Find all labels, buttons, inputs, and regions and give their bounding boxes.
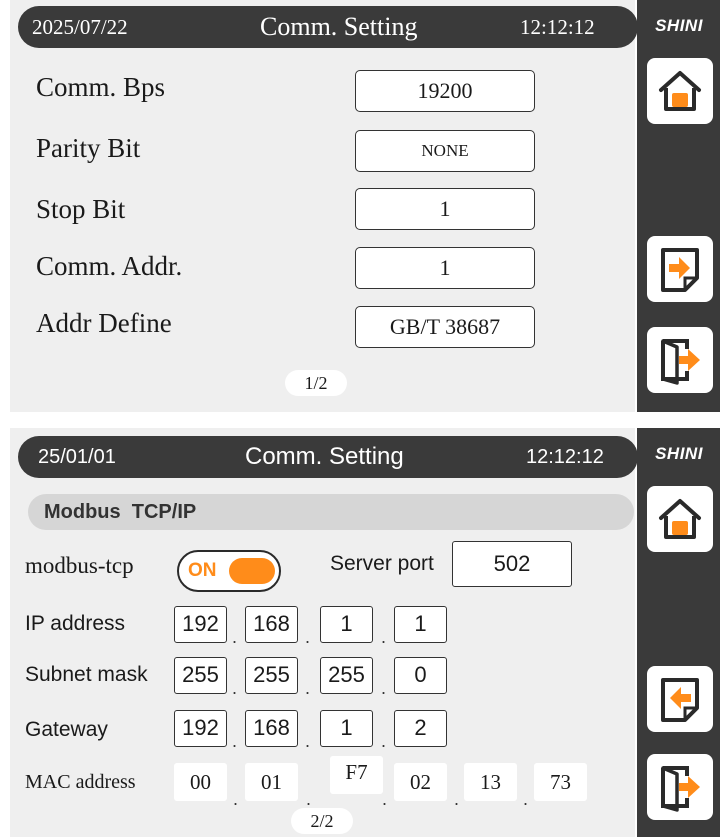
modbus-tcp-toggle[interactable]: ON <box>177 550 281 592</box>
previous-page-button[interactable] <box>647 666 713 732</box>
home-button[interactable] <box>647 486 713 552</box>
gateway-label: Gateway <box>25 718 108 741</box>
ip-octet-4-field[interactable]: 1 <box>394 606 447 643</box>
page-indicator: 1/2 <box>285 370 347 396</box>
title-bar: 2025/07/22 Comm. Setting 12:12:12 <box>18 6 638 48</box>
exit-icon <box>661 766 700 812</box>
next-page-icon <box>661 248 699 292</box>
toggle-state-label: ON <box>188 560 217 581</box>
title-bar: 25/01/01 Comm. Setting 12:12:12 <box>18 436 638 478</box>
page-title: Comm. Setting <box>245 443 404 470</box>
home-button[interactable] <box>647 58 713 124</box>
parity-bit-field[interactable]: NONE <box>355 130 535 172</box>
stop-bit-label: Stop Bit <box>36 194 126 224</box>
comm-bps-field[interactable]: 19200 <box>355 70 535 112</box>
gateway-octet-3-field[interactable]: 1 <box>320 710 373 747</box>
server-port-label: Server port <box>330 552 434 575</box>
separator-dot: . <box>232 678 238 698</box>
separator-dot: . <box>232 731 238 751</box>
separator-dot: . <box>381 627 387 647</box>
mac-byte-1-field[interactable]: 00 <box>174 763 227 801</box>
ip-address-label: IP address <box>25 612 126 635</box>
sidebar-2: SHINI <box>637 428 720 837</box>
page-indicator: 2/2 <box>291 808 353 834</box>
parity-bit-label: Parity Bit <box>36 133 141 163</box>
separator-dot: . <box>523 789 529 809</box>
mac-byte-2-field[interactable]: 01 <box>245 763 298 801</box>
separator-dot: . <box>381 731 387 751</box>
gateway-octet-1-field[interactable]: 192 <box>174 710 227 747</box>
modbus-tcp-label: modbus-tcp <box>25 553 134 578</box>
separator-dot: . <box>306 789 312 809</box>
mac-byte-4-field[interactable]: 02 <box>394 763 447 801</box>
separator-dot: . <box>232 627 238 647</box>
mac-byte-5-field[interactable]: 13 <box>464 763 517 801</box>
subnet-octet-2-field[interactable]: 255 <box>245 657 298 694</box>
exit-button[interactable] <box>647 327 713 393</box>
time-display: 12:12:12 <box>526 446 604 468</box>
stop-bit-field[interactable]: 1 <box>355 188 535 230</box>
separator-dot: . <box>233 789 239 809</box>
subnet-octet-3-field[interactable]: 255 <box>320 657 373 694</box>
exit-icon <box>661 339 700 385</box>
comm-setting-screen-1: 2025/07/22 Comm. Setting 12:12:12 Comm. … <box>10 0 638 412</box>
comm-bps-label: Comm. Bps <box>36 72 166 102</box>
brand-logo: SHINI <box>655 444 703 463</box>
comm-addr-label: Comm. Addr. <box>36 251 183 281</box>
sidebar-1: SHINI <box>637 0 720 412</box>
ip-octet-3-field[interactable]: 1 <box>320 606 373 643</box>
gateway-octet-2-field[interactable]: 168 <box>245 710 298 747</box>
page-title: Comm. Setting <box>260 12 418 41</box>
brand-logo: SHINI <box>655 16 703 35</box>
subnet-octet-4-field[interactable]: 0 <box>394 657 447 694</box>
comm-addr-field[interactable]: 1 <box>355 247 535 289</box>
section-header: Modbus TCP/IP <box>28 494 634 530</box>
home-icon <box>659 499 701 539</box>
toggle-knob <box>229 558 275 584</box>
server-port-field[interactable]: 502 <box>452 541 572 587</box>
separator-dot: . <box>305 678 311 698</box>
exit-button[interactable] <box>647 754 713 820</box>
separator-dot: . <box>382 789 388 809</box>
previous-page-icon <box>661 678 699 722</box>
gateway-octet-4-field[interactable]: 2 <box>394 710 447 747</box>
time-display: 12:12:12 <box>520 15 595 39</box>
ip-octet-2-field[interactable]: 168 <box>245 606 298 643</box>
addr-define-field[interactable]: GB/T 38687 <box>355 306 535 348</box>
separator-dot: . <box>454 789 460 809</box>
separator-dot: . <box>305 627 311 647</box>
date-display: 2025/07/22 <box>32 15 128 39</box>
addr-define-label: Addr Define <box>36 308 172 338</box>
mac-address-label: MAC address <box>25 771 136 793</box>
subnet-mask-label: Subnet mask <box>25 663 148 686</box>
separator-dot: . <box>381 678 387 698</box>
mac-byte-6-field[interactable]: 73 <box>534 763 587 801</box>
date-display: 25/01/01 <box>38 446 116 468</box>
next-page-button[interactable] <box>647 236 713 302</box>
home-icon <box>659 71 701 111</box>
separator-dot: . <box>305 731 311 751</box>
ip-octet-1-field[interactable]: 192 <box>174 606 227 643</box>
subnet-octet-1-field[interactable]: 255 <box>174 657 227 694</box>
mac-byte-3-field[interactable]: F7 <box>330 756 383 794</box>
